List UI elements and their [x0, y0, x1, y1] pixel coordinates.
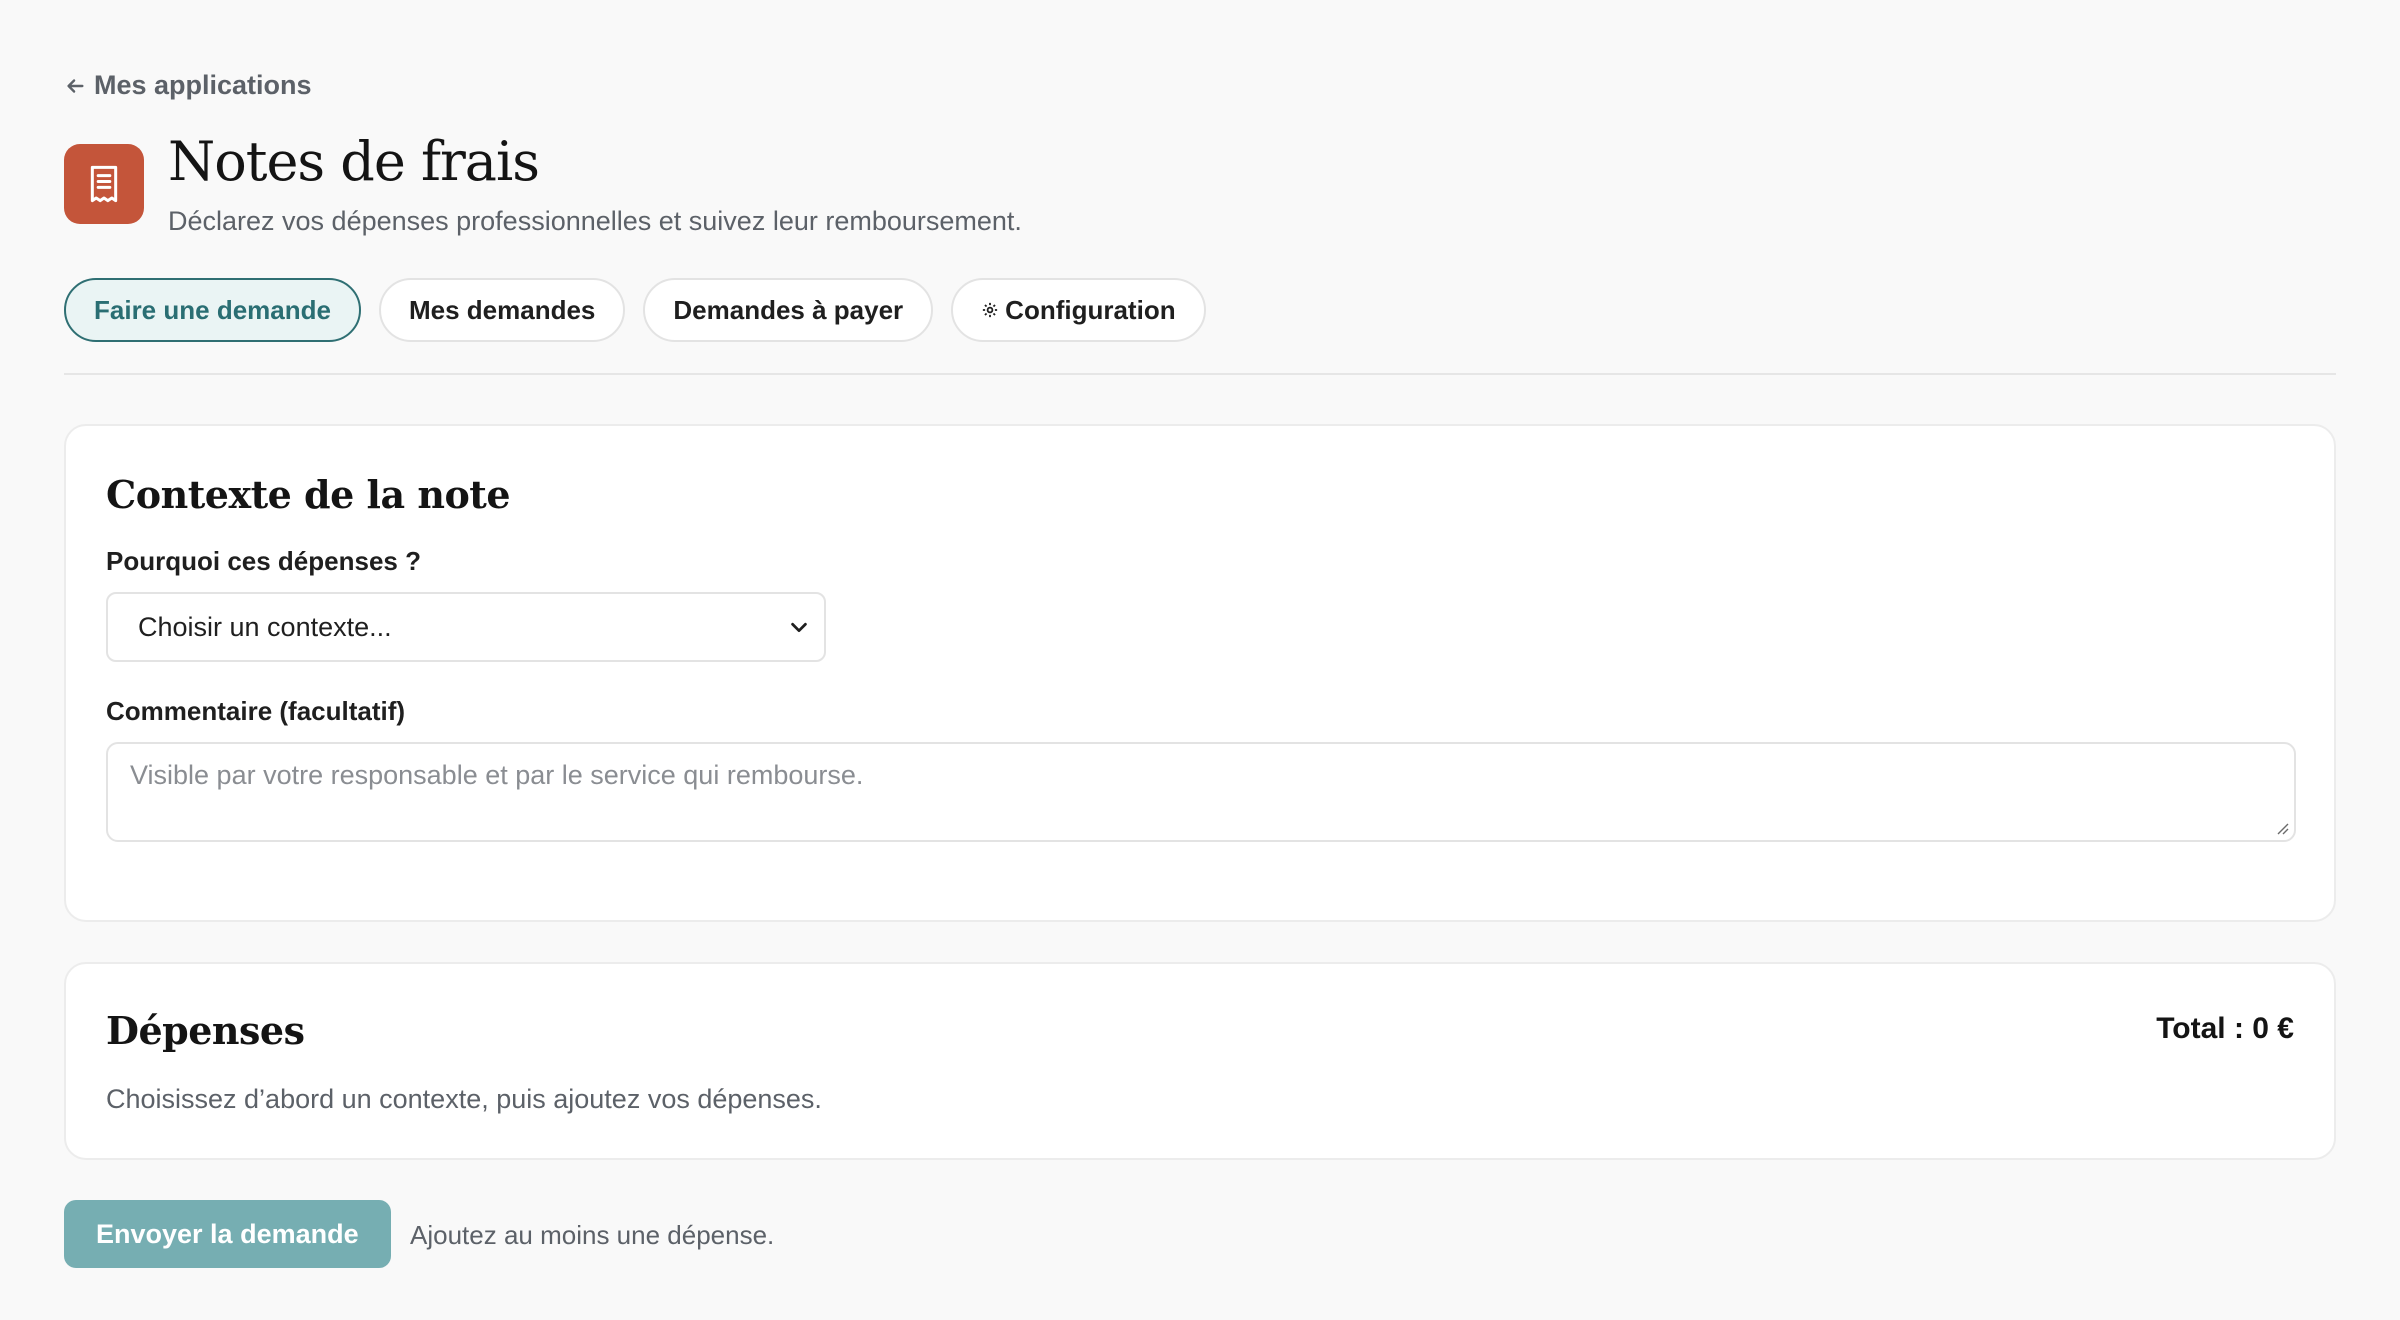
- header-divider: [64, 373, 2336, 375]
- page-title: Notes de frais: [168, 130, 540, 193]
- tab-configuration[interactable]: Configuration: [951, 278, 1206, 342]
- page-subtitle: Déclarez vos dépenses professionnelles e…: [168, 206, 1022, 236]
- back-to-apps-link[interactable]: Mes applications: [64, 70, 312, 101]
- context-card: Contexte de la note Pourquoi ces dépense…: [64, 424, 2336, 922]
- chevron-down-icon: [791, 622, 807, 633]
- context-card-title: Contexte de la note: [106, 472, 511, 517]
- submit-request-button[interactable]: Envoyer la demande: [64, 1200, 391, 1268]
- expenses-hint: Choisissez d’abord un contexte, puis ajo…: [106, 1084, 822, 1114]
- tab-label: Faire une demande: [94, 294, 331, 325]
- expenses-card: Dépenses Total : 0 € Choisissez d’abord …: [64, 962, 2336, 1160]
- comment-textarea[interactable]: Visible par votre responsable et par le …: [106, 742, 2296, 842]
- tab-mes-demandes[interactable]: Mes demandes: [378, 278, 626, 342]
- expenses-total: Total : 0 €: [2156, 1012, 2294, 1045]
- tab-label: Configuration: [1005, 294, 1176, 325]
- tab-bar: Faire une demande Mes demandes Demandes …: [64, 278, 1206, 342]
- tab-label: Mes demandes: [408, 294, 596, 325]
- comment-label: Commentaire (facultatif): [106, 696, 406, 726]
- expenses-card-title: Dépenses: [106, 1008, 305, 1053]
- context-select-value: Choisir un contexte...: [138, 611, 392, 642]
- submit-hint: Ajoutez au moins une dépense.: [410, 1220, 775, 1250]
- arrow-left-icon: [67, 78, 84, 93]
- why-label: Pourquoi ces dépenses ?: [106, 546, 421, 576]
- back-link-label: Mes applications: [94, 70, 312, 100]
- comment-placeholder: Visible par votre responsable et par le …: [130, 760, 864, 790]
- resize-handle-icon[interactable]: [2274, 820, 2290, 836]
- tab-faire-une-demande[interactable]: Faire une demande: [64, 278, 361, 342]
- app-icon: [64, 144, 144, 224]
- tab-label: Demandes à payer: [673, 294, 904, 325]
- receipt-icon: [90, 165, 118, 203]
- gear-icon: [983, 302, 998, 318]
- context-select[interactable]: Choisir un contexte...: [106, 592, 826, 662]
- tab-demandes-a-payer[interactable]: Demandes à payer: [643, 278, 934, 342]
